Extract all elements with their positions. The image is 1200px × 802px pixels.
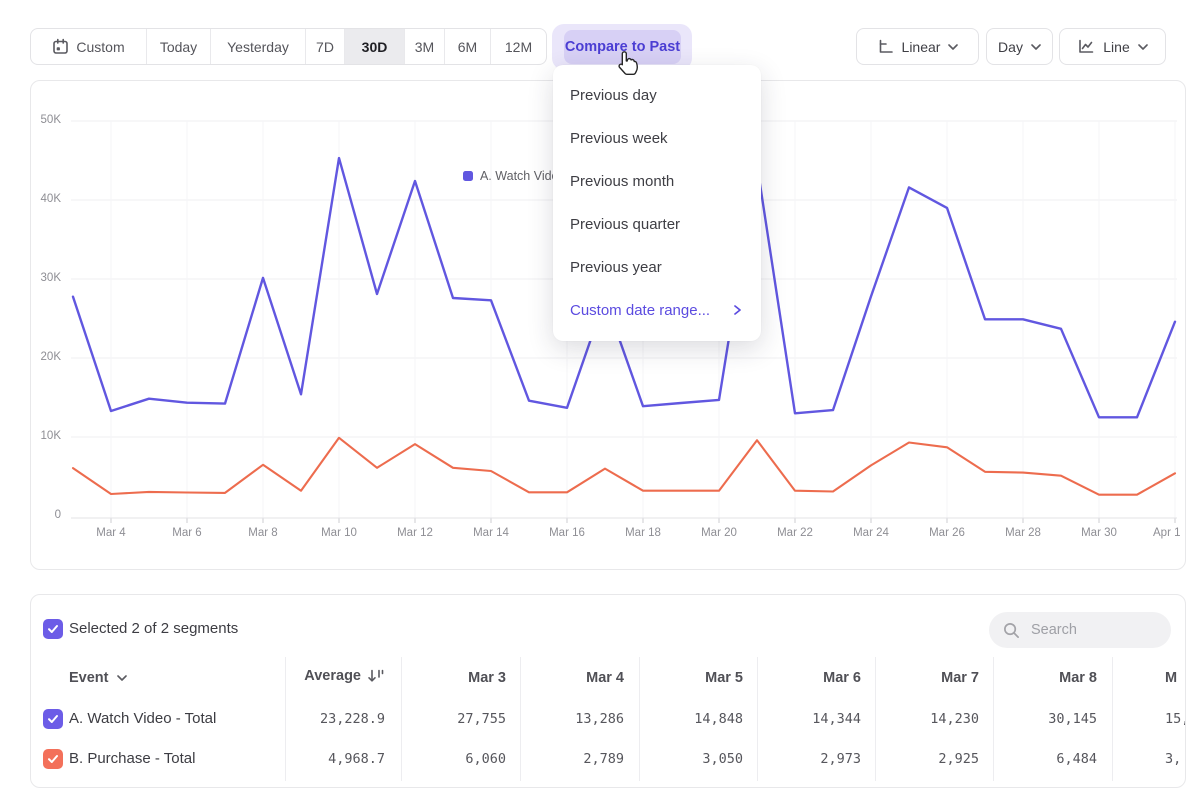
y-axis-label: 50K <box>31 114 61 126</box>
chevron-down-icon <box>117 675 127 681</box>
range-custom-label: Custom <box>76 39 124 55</box>
menu-item-previous-quarter[interactable]: Previous quarter <box>553 203 761 246</box>
check-icon <box>47 624 59 634</box>
column-header-mar6: Mar 6 <box>761 670 861 686</box>
cell-value-truncated: 15, <box>1165 711 1186 727</box>
x-axis-label: Mar 20 <box>701 527 737 539</box>
interval-day-dropdown-button[interactable]: Day <box>986 28 1053 65</box>
x-axis-label: Mar 6 <box>172 527 201 539</box>
x-axis-label: Mar 10 <box>321 527 357 539</box>
row-label-purchase: B. Purchase - Total <box>69 750 195 767</box>
x-axis-label: Mar 26 <box>929 527 965 539</box>
series-line-purchase[interactable] <box>73 438 1175 495</box>
cell-value: 13,286 <box>514 711 624 727</box>
y-axis-label: 10K <box>31 430 61 442</box>
cell-value: 14,230 <box>869 711 979 727</box>
cell-average: 23,228.9 <box>275 711 385 727</box>
scale-linear-dropdown-button[interactable]: Linear <box>856 28 979 65</box>
linear-axis-icon <box>877 39 894 55</box>
hand-cursor-icon <box>615 50 639 76</box>
x-axis-label: Mar 18 <box>625 527 661 539</box>
select-all-checkbox[interactable] <box>43 619 63 639</box>
range-yesterday-button[interactable]: Yesterday <box>211 29 306 64</box>
cell-value: 6,060 <box>396 751 506 767</box>
calendar-icon <box>52 38 69 55</box>
x-axis-label: Apr 1 <box>1153 527 1181 539</box>
column-header-mar3: Mar 3 <box>406 670 506 686</box>
line-chart-icon <box>1077 39 1095 55</box>
date-range-segmented-control: Custom Today Yesterday 7D 30D 3M 6M 12M <box>30 28 547 65</box>
analytics-dashboard: { "toolbar": { "range_buttons": ["Custom… <box>0 0 1200 802</box>
chevron-right-icon <box>734 305 741 315</box>
row-checkbox-watch-video[interactable] <box>43 709 63 729</box>
range-today-button[interactable]: Today <box>147 29 211 64</box>
column-header-truncated: M <box>1165 670 1186 686</box>
row-checkbox-purchase[interactable] <box>43 749 63 769</box>
cell-value: 3,050 <box>633 751 743 767</box>
x-axis-label: Mar 28 <box>1005 527 1041 539</box>
cell-value: 2,973 <box>751 751 861 767</box>
check-icon <box>47 714 59 724</box>
row-label-watch-video: A. Watch Video - Total <box>69 710 216 727</box>
range-custom-button[interactable]: Custom <box>31 29 147 64</box>
range-30d-button-active[interactable]: 30D <box>345 29 405 64</box>
range-12m-button[interactable]: 12M <box>491 29 546 64</box>
check-icon <box>47 754 59 764</box>
segments-table-card: Selected 2 of 2 segments Event Average M… <box>30 594 1186 788</box>
cell-value: 2,925 <box>869 751 979 767</box>
cell-average: 4,968.7 <box>275 751 385 767</box>
y-axis-label: 20K <box>31 351 61 363</box>
x-axis-label: Mar 22 <box>777 527 813 539</box>
x-axis-label: Mar 24 <box>853 527 889 539</box>
cell-value: 14,848 <box>633 711 743 727</box>
column-header-mar8: Mar 8 <box>997 670 1097 686</box>
cell-value: 6,484 <box>987 751 1097 767</box>
menu-item-previous-day[interactable]: Previous day <box>553 74 761 117</box>
chevron-down-icon <box>1031 44 1041 50</box>
search-box <box>989 612 1171 648</box>
event-column-header[interactable]: Event <box>69 670 127 686</box>
range-3m-button[interactable]: 3M <box>405 29 445 64</box>
range-7d-button[interactable]: 7D <box>306 29 345 64</box>
search-input[interactable] <box>1029 621 1163 639</box>
x-axis-label: Mar 12 <box>397 527 433 539</box>
compare-to-past-menu: Previous day Previous week Previous mont… <box>553 65 761 341</box>
x-axis-label: Mar 30 <box>1081 527 1117 539</box>
menu-item-previous-year[interactable]: Previous year <box>553 246 761 289</box>
x-axis-label: Mar 8 <box>248 527 277 539</box>
column-header-mar7: Mar 7 <box>879 670 979 686</box>
chevron-down-icon <box>948 44 958 50</box>
x-axis-label: Mar 16 <box>549 527 585 539</box>
y-axis-label: 30K <box>31 272 61 284</box>
x-axis-label: Mar 4 <box>96 527 125 539</box>
y-axis-label: 0 <box>31 509 61 521</box>
average-column-header[interactable]: Average <box>265 668 385 684</box>
column-header-mar5: Mar 5 <box>643 670 743 686</box>
cell-value: 30,145 <box>987 711 1097 727</box>
y-axis-label: 40K <box>31 193 61 205</box>
cell-value: 27,755 <box>396 711 506 727</box>
selected-segments-label: Selected 2 of 2 segments <box>69 620 238 637</box>
menu-item-previous-month[interactable]: Previous month <box>553 160 761 203</box>
cell-value: 14,344 <box>751 711 861 727</box>
sort-descending-icon <box>367 669 385 683</box>
column-divider <box>1112 657 1113 781</box>
search-icon <box>1003 622 1020 639</box>
cell-value: 2,789 <box>514 751 624 767</box>
range-6m-button[interactable]: 6M <box>445 29 491 64</box>
cell-value-truncated: 3, <box>1165 751 1186 767</box>
chevron-down-icon <box>1138 44 1148 50</box>
chart-type-line-dropdown-button[interactable]: Line <box>1059 28 1166 65</box>
x-axis-label: Mar 14 <box>473 527 509 539</box>
menu-item-custom-date-range[interactable]: Custom date range... <box>553 289 761 332</box>
menu-item-previous-week[interactable]: Previous week <box>553 117 761 160</box>
column-header-mar4: Mar 4 <box>524 670 624 686</box>
